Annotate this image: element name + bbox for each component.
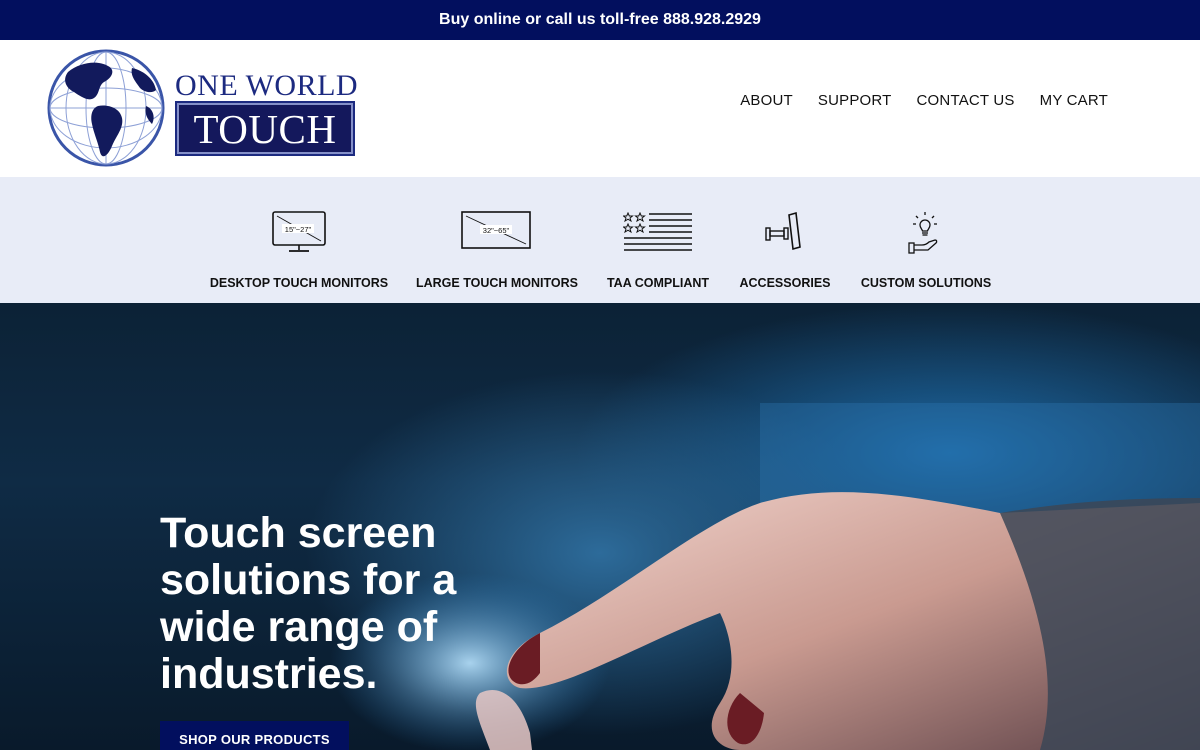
category-taa-compliant[interactable]: TAA COMPLIANT (605, 177, 711, 303)
toll-free-message: Buy online or call us toll-free 888.928.… (439, 11, 761, 28)
nav-about[interactable]: ABOUT (740, 92, 793, 109)
large-monitor-icon: 32"~65" (461, 211, 531, 249)
category-label: ACCESSORIES (739, 276, 831, 290)
shop-products-button[interactable]: SHOP OUR PRODUCTS (160, 721, 349, 750)
category-custom-solutions[interactable]: CUSTOM SOLUTIONS (859, 177, 993, 303)
logo-line-2: TOUCH (175, 101, 355, 156)
large-size-text: 32"~65" (483, 226, 510, 235)
category-desktop-touch-monitors[interactable]: 15"~27" DESKTOP TOUCH MONITORS (208, 177, 390, 303)
category-label: DESKTOP TOUCH MONITORS (209, 276, 389, 290)
desktop-monitor-icon: 15"~27" (272, 211, 326, 252)
category-bar: 15"~27" DESKTOP TOUCH MONITORS 32"~65" L… (0, 177, 1200, 303)
nav-support[interactable]: SUPPORT (818, 92, 892, 109)
wall-mount-icon (765, 211, 801, 251)
category-label: LARGE TOUCH MONITORS (415, 276, 579, 290)
category-accessories[interactable]: ACCESSORIES (738, 177, 832, 303)
main-nav: ABOUT SUPPORT CONTACT US MY CART (740, 92, 1108, 109)
top-announcement-bar: Buy online or call us toll-free 888.928.… (0, 0, 1200, 40)
category-large-touch-monitors[interactable]: 32"~65" LARGE TOUCH MONITORS (413, 177, 581, 303)
category-label: CUSTOM SOLUTIONS (860, 276, 992, 290)
globe-icon (47, 49, 165, 167)
desktop-size-text: 15"~27" (285, 225, 312, 234)
lightbulb-hand-icon (908, 212, 938, 254)
nav-contact-us[interactable]: CONTACT US (917, 92, 1015, 109)
hero-title: Touch screen solutions for a wide range … (160, 509, 457, 698)
logo-line-1: ONE WORLD (175, 69, 359, 102)
category-label: TAA COMPLIANT (606, 276, 710, 290)
hero-banner: Touch screen solutions for a wide range … (0, 303, 1200, 750)
flag-icon (623, 212, 692, 251)
site-logo[interactable]: ONE WORLD TOUCH (46, 48, 358, 168)
nav-my-cart[interactable]: MY CART (1040, 92, 1108, 109)
site-header: ONE WORLD TOUCH ABOUT SUPPORT CONTACT US… (0, 40, 1200, 177)
